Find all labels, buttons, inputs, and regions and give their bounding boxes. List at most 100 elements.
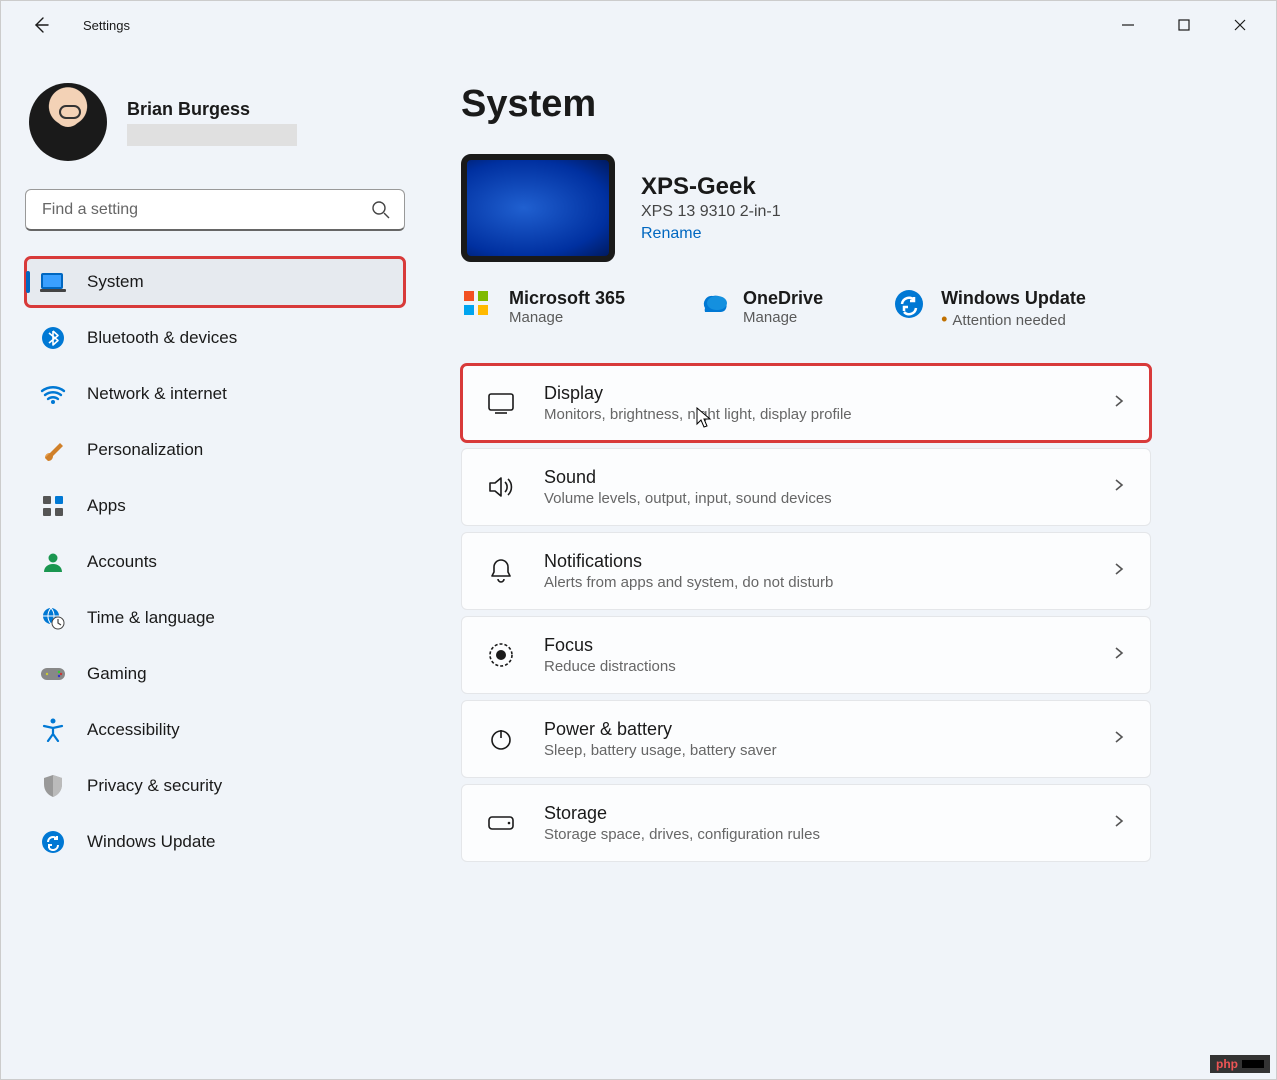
page-title: System bbox=[461, 83, 1244, 126]
nav-item-windows-update[interactable]: Windows Update bbox=[25, 817, 405, 867]
sub-desc: Manage bbox=[743, 309, 823, 326]
brush-icon bbox=[39, 436, 67, 464]
nav-item-label: Apps bbox=[87, 496, 126, 516]
nav-item-label: Windows Update bbox=[87, 832, 216, 852]
card-title: Power & battery bbox=[544, 719, 777, 740]
back-button[interactable] bbox=[21, 5, 61, 45]
nav-item-apps[interactable]: Apps bbox=[25, 481, 405, 531]
sub-title: Microsoft 365 bbox=[509, 288, 625, 309]
card-display[interactable]: Display Monitors, brightness, night ligh… bbox=[461, 364, 1151, 442]
profile-name: Brian Burgess bbox=[127, 99, 297, 120]
sidebar: Brian Burgess System Bluetooth & device bbox=[1, 49, 421, 1079]
watermark: php bbox=[1210, 1055, 1270, 1073]
chevron-right-icon bbox=[1112, 814, 1126, 833]
chevron-right-icon bbox=[1112, 394, 1126, 413]
chevron-right-icon bbox=[1112, 562, 1126, 581]
nav-item-label: Accounts bbox=[87, 552, 157, 572]
minimize-icon bbox=[1121, 18, 1135, 32]
nav-item-label: Time & language bbox=[87, 608, 215, 628]
display-icon bbox=[486, 388, 516, 418]
sound-icon bbox=[486, 472, 516, 502]
power-icon bbox=[486, 724, 516, 754]
minimize-button[interactable] bbox=[1100, 5, 1156, 45]
card-title: Notifications bbox=[544, 551, 833, 572]
chevron-right-icon bbox=[1112, 646, 1126, 665]
search-input[interactable] bbox=[25, 189, 405, 231]
sub-item-windows-update[interactable]: Windows Update Attention needed bbox=[893, 288, 1086, 330]
nav-item-label: Privacy & security bbox=[87, 776, 222, 796]
card-desc: Alerts from apps and system, do not dist… bbox=[544, 574, 833, 591]
nav-item-label: Personalization bbox=[87, 440, 203, 460]
device-thumbnail bbox=[461, 154, 615, 262]
close-icon bbox=[1233, 18, 1247, 32]
accessibility-icon bbox=[39, 716, 67, 744]
nav-item-accounts[interactable]: Accounts bbox=[25, 537, 405, 587]
subscription-row: Microsoft 365 Manage OneDrive Manage W bbox=[461, 288, 1244, 330]
nav-item-label: Gaming bbox=[87, 664, 147, 684]
device-name: XPS-Geek bbox=[641, 173, 781, 201]
nav-item-privacy[interactable]: Privacy & security bbox=[25, 761, 405, 811]
sub-desc: Attention needed bbox=[941, 309, 1086, 330]
window-title: Settings bbox=[83, 18, 130, 33]
bluetooth-icon bbox=[39, 324, 67, 352]
search-icon bbox=[371, 200, 391, 225]
profile-email-redacted bbox=[127, 124, 297, 146]
sub-title: OneDrive bbox=[743, 288, 823, 309]
shield-icon bbox=[39, 772, 67, 800]
rename-link[interactable]: Rename bbox=[641, 225, 701, 243]
nav-item-time-language[interactable]: Time & language bbox=[25, 593, 405, 643]
card-sound[interactable]: Sound Volume levels, output, input, soun… bbox=[461, 448, 1151, 526]
close-button[interactable] bbox=[1212, 5, 1268, 45]
nav: System Bluetooth & devices Network & int… bbox=[25, 257, 413, 867]
settings-cards: Display Monitors, brightness, night ligh… bbox=[461, 364, 1244, 862]
card-desc: Reduce distractions bbox=[544, 658, 676, 675]
nav-item-label: Bluetooth & devices bbox=[87, 328, 237, 348]
arrow-left-icon bbox=[31, 15, 51, 35]
bell-icon bbox=[486, 556, 516, 586]
sub-title: Windows Update bbox=[941, 288, 1086, 309]
device-model: XPS 13 9310 2-in-1 bbox=[641, 203, 781, 221]
card-title: Sound bbox=[544, 467, 832, 488]
card-notifications[interactable]: Notifications Alerts from apps and syste… bbox=[461, 532, 1151, 610]
avatar bbox=[29, 83, 107, 161]
sub-desc: Manage bbox=[509, 309, 625, 326]
gamepad-icon bbox=[39, 660, 67, 688]
search bbox=[25, 189, 405, 231]
chevron-right-icon bbox=[1112, 478, 1126, 497]
card-title: Storage bbox=[544, 803, 820, 824]
nav-item-system[interactable]: System bbox=[25, 257, 405, 307]
titlebar: Settings bbox=[1, 1, 1276, 49]
wifi-icon bbox=[39, 380, 67, 408]
nav-item-gaming[interactable]: Gaming bbox=[25, 649, 405, 699]
nav-item-bluetooth[interactable]: Bluetooth & devices bbox=[25, 313, 405, 363]
main-content: System XPS-Geek XPS 13 9310 2-in-1 Renam… bbox=[421, 49, 1276, 1079]
profile[interactable]: Brian Burgess bbox=[25, 83, 413, 161]
onedrive-icon bbox=[695, 288, 729, 322]
card-storage[interactable]: Storage Storage space, drives, configura… bbox=[461, 784, 1151, 862]
maximize-icon bbox=[1177, 18, 1191, 32]
globe-clock-icon bbox=[39, 604, 67, 632]
card-title: Focus bbox=[544, 635, 676, 656]
chevron-right-icon bbox=[1112, 730, 1126, 749]
card-focus[interactable]: Focus Reduce distractions bbox=[461, 616, 1151, 694]
sub-item-onedrive[interactable]: OneDrive Manage bbox=[695, 288, 823, 330]
card-power-battery[interactable]: Power & battery Sleep, battery usage, ba… bbox=[461, 700, 1151, 778]
card-desc: Volume levels, output, input, sound devi… bbox=[544, 490, 832, 507]
card-title: Display bbox=[544, 383, 852, 404]
nav-item-network[interactable]: Network & internet bbox=[25, 369, 405, 419]
nav-item-label: System bbox=[87, 272, 144, 292]
storage-icon bbox=[486, 808, 516, 838]
window-controls bbox=[1100, 5, 1268, 45]
card-desc: Monitors, brightness, night light, displ… bbox=[544, 406, 852, 423]
sub-item-microsoft365[interactable]: Microsoft 365 Manage bbox=[461, 288, 625, 330]
nav-item-personalization[interactable]: Personalization bbox=[25, 425, 405, 475]
person-icon bbox=[39, 548, 67, 576]
nav-item-accessibility[interactable]: Accessibility bbox=[25, 705, 405, 755]
ms365-icon bbox=[461, 288, 495, 322]
update-icon bbox=[893, 288, 927, 322]
nav-item-label: Accessibility bbox=[87, 720, 180, 740]
system-icon bbox=[39, 268, 67, 296]
update-icon bbox=[39, 828, 67, 856]
maximize-button[interactable] bbox=[1156, 5, 1212, 45]
card-desc: Storage space, drives, configuration rul… bbox=[544, 826, 820, 843]
